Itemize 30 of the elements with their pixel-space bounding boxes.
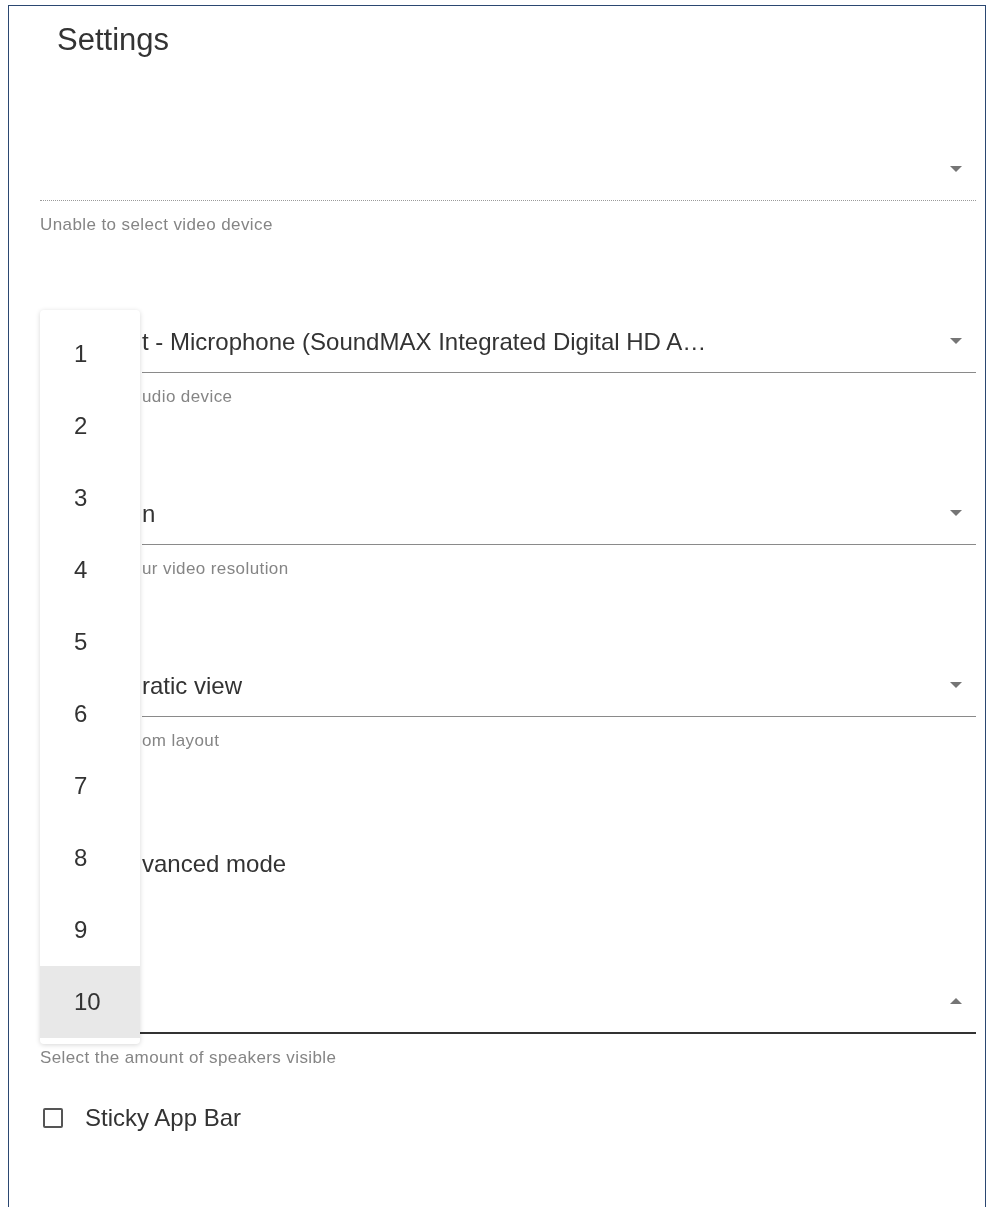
select-field[interactable]: n xyxy=(142,488,976,545)
helper-text: udio device xyxy=(142,386,234,408)
helper-text: Select the amount of speakers visible xyxy=(40,1047,338,1069)
helper-text: ur video resolution xyxy=(142,558,290,580)
helper-text: om layout xyxy=(142,730,221,752)
caret-icon xyxy=(950,510,962,516)
select-value: n xyxy=(142,499,157,529)
menu-option[interactable]: 8 xyxy=(40,822,140,894)
caret-icon xyxy=(950,166,962,172)
menu-option[interactable]: 1 xyxy=(40,318,140,390)
menu-option[interactable]: 9 xyxy=(40,894,140,966)
menu-option[interactable]: 6 xyxy=(40,678,140,750)
caret-icon xyxy=(950,998,962,1004)
select-field[interactable]: ratic view xyxy=(142,660,976,717)
menu-option[interactable]: 4 xyxy=(40,534,140,606)
caret-icon xyxy=(950,338,962,344)
page-title: Settings xyxy=(56,21,170,59)
select-field[interactable]: t - Microphone (SoundMAX Integrated Digital HD A… xyxy=(142,316,976,373)
menu-option[interactable]: 2 xyxy=(40,390,140,462)
helper-text: Unable to select video device xyxy=(40,214,274,236)
checkbox-label: Sticky App Bar xyxy=(85,1104,242,1132)
menu-option[interactable]: 10 xyxy=(40,966,140,1038)
menu-option[interactable]: 5 xyxy=(40,606,140,678)
checkbox[interactable] xyxy=(43,1108,63,1128)
select-value: ratic view xyxy=(142,671,244,701)
menu-option[interactable]: 7 xyxy=(40,750,140,822)
select-value: t - Microphone (SoundMAX Integrated Digital HD A… xyxy=(142,327,708,357)
menu-option[interactable]: 3 xyxy=(40,462,140,534)
caret-icon xyxy=(950,682,962,688)
option-label: vanced mode xyxy=(142,849,287,879)
